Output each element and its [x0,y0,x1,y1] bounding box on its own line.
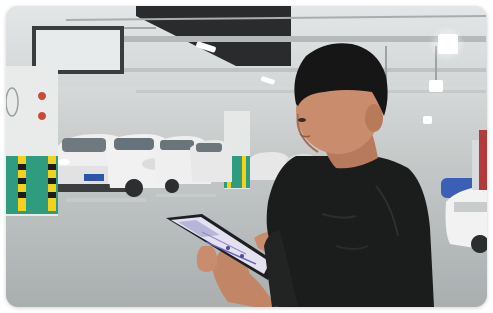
ceiling-beam [66,36,486,42]
parking-garage-photo [6,6,487,307]
photo-frame [6,6,487,307]
ceiling-light [423,116,432,124]
ceiling-light [429,80,443,92]
